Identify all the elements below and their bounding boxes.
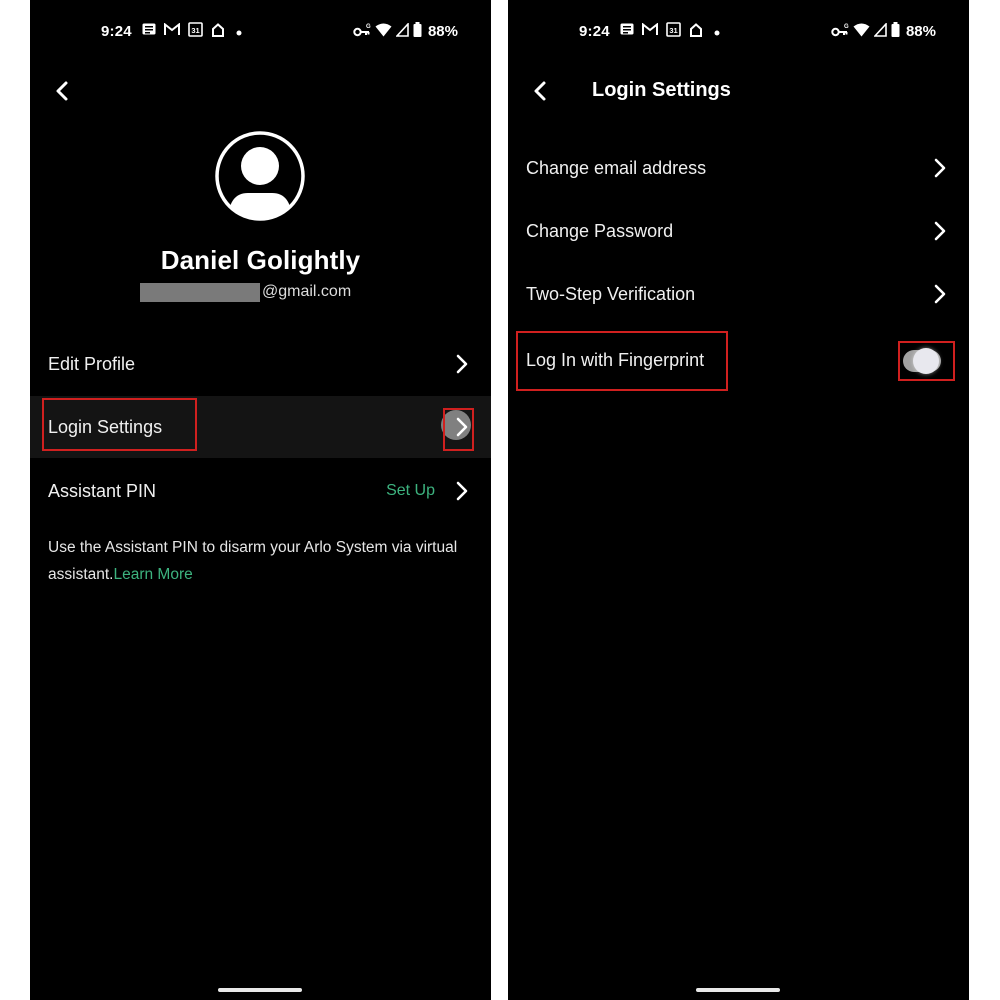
chevron-right-icon	[455, 480, 469, 502]
avatar[interactable]	[214, 130, 306, 222]
chevron-right-icon	[933, 220, 947, 242]
learn-more-link[interactable]: Learn More	[113, 566, 192, 583]
svg-text:31: 31	[669, 26, 677, 35]
login-settings-screen: 9:24 31 G 88% Login Settings Change emai…	[508, 0, 969, 1000]
profile-email: @gmail.com	[140, 282, 351, 302]
chevron-right-icon	[933, 283, 947, 305]
chevron-left-icon	[56, 81, 68, 101]
profile-name: Daniel Golightly	[160, 245, 361, 275]
wifi-icon	[853, 23, 870, 41]
row-label: Change Password	[526, 220, 674, 241]
messages-icon	[620, 23, 634, 40]
assistant-pin-note: Use the Assistant PIN to disarm your Arl…	[48, 534, 468, 588]
vpn-key-icon: G	[353, 23, 371, 41]
fingerprint-login-row[interactable]: Log In with Fingerprint	[508, 329, 969, 391]
row-label: Change email address	[526, 157, 707, 178]
change-email-row[interactable]: Change email address	[508, 137, 969, 199]
home-icon	[689, 22, 703, 41]
back-button[interactable]	[48, 77, 76, 105]
wifi-icon	[375, 23, 392, 41]
email-domain: @gmail.com	[262, 283, 352, 300]
chevron-left-icon	[534, 81, 546, 101]
set-up-link[interactable]: Set Up	[386, 482, 435, 500]
page-title: Login Settings	[592, 79, 731, 101]
svg-text:31: 31	[191, 26, 199, 35]
chevron-right-icon	[933, 157, 947, 179]
vpn-key-icon: G	[831, 23, 849, 41]
status-time: 9:24	[101, 23, 132, 40]
svg-text:G: G	[366, 24, 371, 30]
battery-percent: 88%	[427, 23, 458, 40]
row-label: Assistant PIN	[48, 480, 157, 501]
row-label: Log In with Fingerprint	[526, 349, 705, 370]
fingerprint-toggle[interactable]	[901, 346, 945, 374]
gmail-icon	[641, 22, 658, 40]
toggle-thumb	[913, 348, 939, 374]
status-time: 9:24	[579, 23, 610, 40]
assistant-pin-row[interactable]: Assistant PIN Set Up	[30, 460, 491, 522]
cell-signal-icon	[873, 21, 887, 41]
battery-icon	[413, 22, 422, 41]
messages-icon	[142, 23, 156, 40]
home-indicator[interactable]	[696, 988, 780, 992]
calendar-icon: 31	[666, 22, 681, 41]
cell-signal-icon	[395, 21, 409, 41]
change-password-row[interactable]: Change Password	[508, 200, 969, 262]
dot-icon	[711, 23, 723, 40]
status-bar: 9:24 31 G 88%	[30, 18, 491, 44]
row-label: Login Settings	[48, 416, 163, 437]
gmail-icon	[163, 22, 180, 40]
email-redaction	[140, 282, 260, 302]
home-indicator[interactable]	[218, 988, 302, 992]
row-label: Two-Step Verification	[526, 283, 696, 304]
user-avatar-icon	[215, 131, 305, 221]
battery-percent: 88%	[905, 23, 936, 40]
battery-icon	[891, 22, 900, 41]
note-text: Use the Assistant PIN to disarm your Arl…	[48, 539, 458, 583]
svg-text:G: G	[844, 24, 849, 30]
edit-profile-row[interactable]: Edit Profile	[30, 333, 491, 395]
dot-icon	[233, 23, 245, 40]
home-icon	[211, 22, 225, 41]
login-settings-row[interactable]: Login Settings	[30, 396, 491, 458]
two-step-verification-row[interactable]: Two-Step Verification	[508, 263, 969, 325]
row-label: Edit Profile	[48, 353, 136, 374]
chevron-right-icon	[455, 353, 469, 375]
back-button[interactable]	[526, 77, 554, 105]
chevron-right-icon	[455, 416, 469, 438]
calendar-icon: 31	[188, 22, 203, 41]
profile-screen: 9:24 31 G 88% Daniel Golightly @gmail.co…	[30, 0, 491, 1000]
status-bar: 9:24 31 G 88%	[508, 18, 969, 44]
